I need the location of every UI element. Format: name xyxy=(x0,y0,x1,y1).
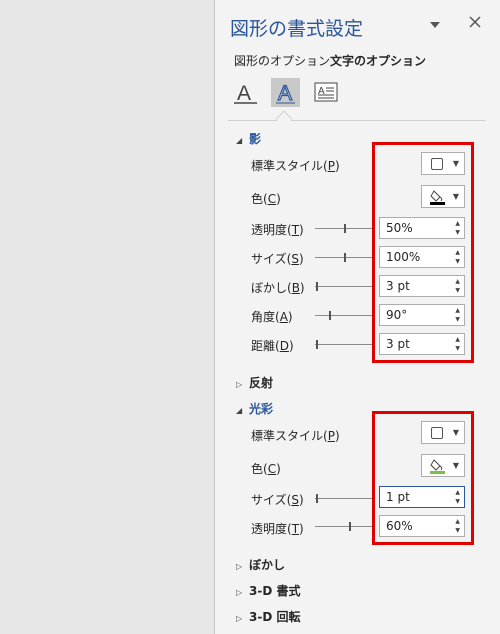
section-reflection-header[interactable]: ▷ 反射 xyxy=(236,374,273,391)
glow-preset-dropdown[interactable]: ▼ xyxy=(421,421,465,444)
glow-size-slider[interactable] xyxy=(315,494,373,503)
expanded-triangle-icon: ◢ xyxy=(236,136,243,145)
collapsed-triangle-icon: ▷ xyxy=(236,614,243,623)
text-fill-outline-icon[interactable]: A xyxy=(231,78,260,107)
shadow-blur-slider[interactable] xyxy=(315,282,373,291)
shadow-distance-label: 距離(D) xyxy=(251,339,294,353)
spin-down-icon[interactable]: ▼ xyxy=(455,229,460,236)
glow-size-label: サイズ(S) xyxy=(251,493,304,507)
paint-bucket-icon xyxy=(430,459,445,474)
text-effects-icon[interactable]: A xyxy=(271,78,300,107)
tab-separator xyxy=(228,120,486,121)
shadow-blur-label: ぼかし(B) xyxy=(251,281,305,295)
spin-down-icon[interactable]: ▼ xyxy=(455,316,460,323)
preset-square-icon xyxy=(431,158,443,170)
spin-up-icon[interactable]: ▲ xyxy=(455,249,460,256)
glow-preset-label: 標準スタイル(P) xyxy=(251,429,340,443)
spin-up-icon[interactable]: ▲ xyxy=(455,336,460,343)
spin-down-icon[interactable]: ▼ xyxy=(455,258,460,265)
shadow-angle-spinner[interactable]: 90° ▲ ▼ xyxy=(379,304,465,326)
glow-color-label: 色(C) xyxy=(251,462,281,476)
shadow-transparency-label: 透明度(T) xyxy=(251,223,304,237)
glow-transparency-slider[interactable] xyxy=(315,522,373,531)
spin-up-icon[interactable]: ▲ xyxy=(455,518,460,525)
spin-down-icon[interactable]: ▼ xyxy=(455,527,460,534)
collapsed-triangle-icon: ▷ xyxy=(236,562,243,571)
glow-transparency-spinner[interactable]: 60% ▲ ▼ xyxy=(379,515,465,537)
pane-title: 図形の書式設定 xyxy=(230,18,364,40)
text-box-layout-icon[interactable]: A xyxy=(312,78,341,107)
slider-thumb[interactable] xyxy=(329,311,331,320)
shadow-blur-spinner[interactable]: 3 pt ▲ ▼ xyxy=(379,275,465,297)
collapsed-triangle-icon: ▷ xyxy=(236,588,243,597)
slider-thumb[interactable] xyxy=(349,522,351,531)
shadow-angle-slider[interactable] xyxy=(315,311,373,320)
shadow-preset-dropdown[interactable]: ▼ xyxy=(421,152,465,175)
shadow-distance-slider[interactable] xyxy=(315,340,373,349)
slider-thumb[interactable] xyxy=(316,340,318,349)
pane-options-dropdown-icon[interactable] xyxy=(430,14,440,33)
section-soft-edges-header[interactable]: ▷ ぼかし xyxy=(236,556,285,573)
chevron-down-icon: ▼ xyxy=(452,461,459,470)
chevron-down-icon: ▼ xyxy=(452,159,459,168)
svg-text:A: A xyxy=(237,82,251,105)
shadow-size-spinner[interactable]: 100% ▲ ▼ xyxy=(379,246,465,268)
section-shadow-header[interactable]: ◢ 影 xyxy=(236,130,261,147)
shadow-distance-spinner[interactable]: 3 pt ▲ ▼ xyxy=(379,333,465,355)
spin-up-icon[interactable]: ▲ xyxy=(455,220,460,227)
section-3d-rotation-header[interactable]: ▷ 3-D 回転 xyxy=(236,608,300,625)
shadow-size-slider[interactable] xyxy=(315,253,373,262)
svg-text:A: A xyxy=(278,82,292,105)
expanded-triangle-icon: ◢ xyxy=(236,406,243,415)
section-glow-header[interactable]: ◢ 光彩 xyxy=(236,400,273,417)
shadow-preset-label: 標準スタイル(P) xyxy=(251,159,340,173)
slider-thumb[interactable] xyxy=(344,224,346,233)
shadow-transparency-slider[interactable] xyxy=(315,224,373,233)
spin-up-icon[interactable]: ▲ xyxy=(455,307,460,314)
chevron-down-icon: ▼ xyxy=(452,192,459,201)
spin-down-icon[interactable]: ▼ xyxy=(455,498,460,505)
paint-bucket-icon xyxy=(430,190,445,205)
chevron-down-icon: ▼ xyxy=(452,428,459,437)
preset-square-icon xyxy=(431,427,443,439)
section-3d-format-header[interactable]: ▷ 3-D 書式 xyxy=(236,582,300,599)
spin-up-icon[interactable]: ▲ xyxy=(455,489,460,496)
tab-shape-options[interactable]: 図形のオプション xyxy=(234,52,330,69)
slider-thumb[interactable] xyxy=(316,494,318,503)
shadow-transparency-spinner[interactable]: 50% ▲ ▼ xyxy=(379,217,465,239)
shadow-size-label: サイズ(S) xyxy=(251,252,304,266)
spin-up-icon[interactable]: ▲ xyxy=(455,278,460,285)
glow-color-dropdown[interactable]: ▼ xyxy=(421,454,465,477)
shadow-angle-label: 角度(A) xyxy=(251,310,293,324)
collapsed-triangle-icon: ▷ xyxy=(236,380,243,389)
close-icon[interactable] xyxy=(469,13,481,32)
shadow-color-label: 色(C) xyxy=(251,192,281,206)
slider-thumb[interactable] xyxy=(316,282,318,291)
spin-down-icon[interactable]: ▼ xyxy=(455,287,460,294)
glow-size-spinner[interactable]: 1 pt ▲ ▼ xyxy=(379,486,465,508)
glow-transparency-label: 透明度(T) xyxy=(251,522,304,536)
tab-text-options[interactable]: 文字のオプション xyxy=(330,52,426,69)
slider-thumb[interactable] xyxy=(344,253,346,262)
spin-down-icon[interactable]: ▼ xyxy=(455,345,460,352)
shadow-color-dropdown[interactable]: ▼ xyxy=(421,185,465,208)
